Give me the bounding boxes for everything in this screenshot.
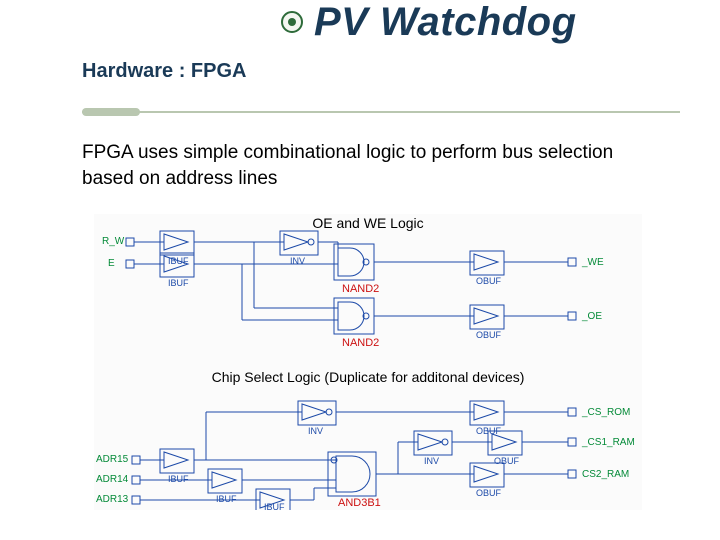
signal-adr14: ADR14 [96, 474, 129, 485]
svg-text:OBUF: OBUF [476, 488, 502, 498]
bullet-icon [281, 11, 303, 33]
subtitle: Hardware : FPGA [82, 60, 246, 83]
gate-nand2-b: NAND2 [342, 337, 379, 349]
signal-oe: _OE [581, 311, 602, 322]
gate-and3b1: AND3B1 [338, 497, 381, 509]
svg-text:IBUF: IBUF [168, 278, 189, 288]
svg-text:INV: INV [290, 256, 305, 266]
svg-text:OBUF: OBUF [476, 330, 502, 340]
signal-cs-rom: _CS_ROM [581, 407, 630, 418]
divider [82, 108, 680, 118]
signal-e: E [108, 258, 115, 269]
svg-text:IBUF: IBUF [264, 502, 285, 510]
signal-adr15: ADR15 [96, 454, 129, 465]
signal-rw: R_W [102, 236, 125, 247]
svg-text:IBUF: IBUF [216, 494, 237, 504]
logic-diagram: OE and WE Logic R_W IBUF E IBUF INV NAND… [94, 214, 642, 510]
body-text: FPGA uses simple combinational logic to … [82, 140, 642, 191]
signal-we: _WE [581, 257, 604, 268]
svg-text:INV: INV [424, 456, 439, 466]
signal-cs2-ram: CS2_RAM [582, 469, 629, 480]
svg-text:INV: INV [308, 426, 323, 436]
svg-text:IBUF: IBUF [168, 474, 189, 484]
section1-title: OE and WE Logic [312, 215, 423, 231]
section2-title: Chip Select Logic (Duplicate for additon… [212, 369, 525, 385]
page-title: PV Watchdog [314, 0, 577, 45]
svg-text:OBUF: OBUF [494, 456, 520, 466]
svg-text:OBUF: OBUF [476, 276, 502, 286]
signal-cs1-ram: _CS1_RAM [581, 437, 635, 448]
gate-nand2-a: NAND2 [342, 283, 379, 295]
signal-adr13: ADR13 [96, 494, 129, 505]
